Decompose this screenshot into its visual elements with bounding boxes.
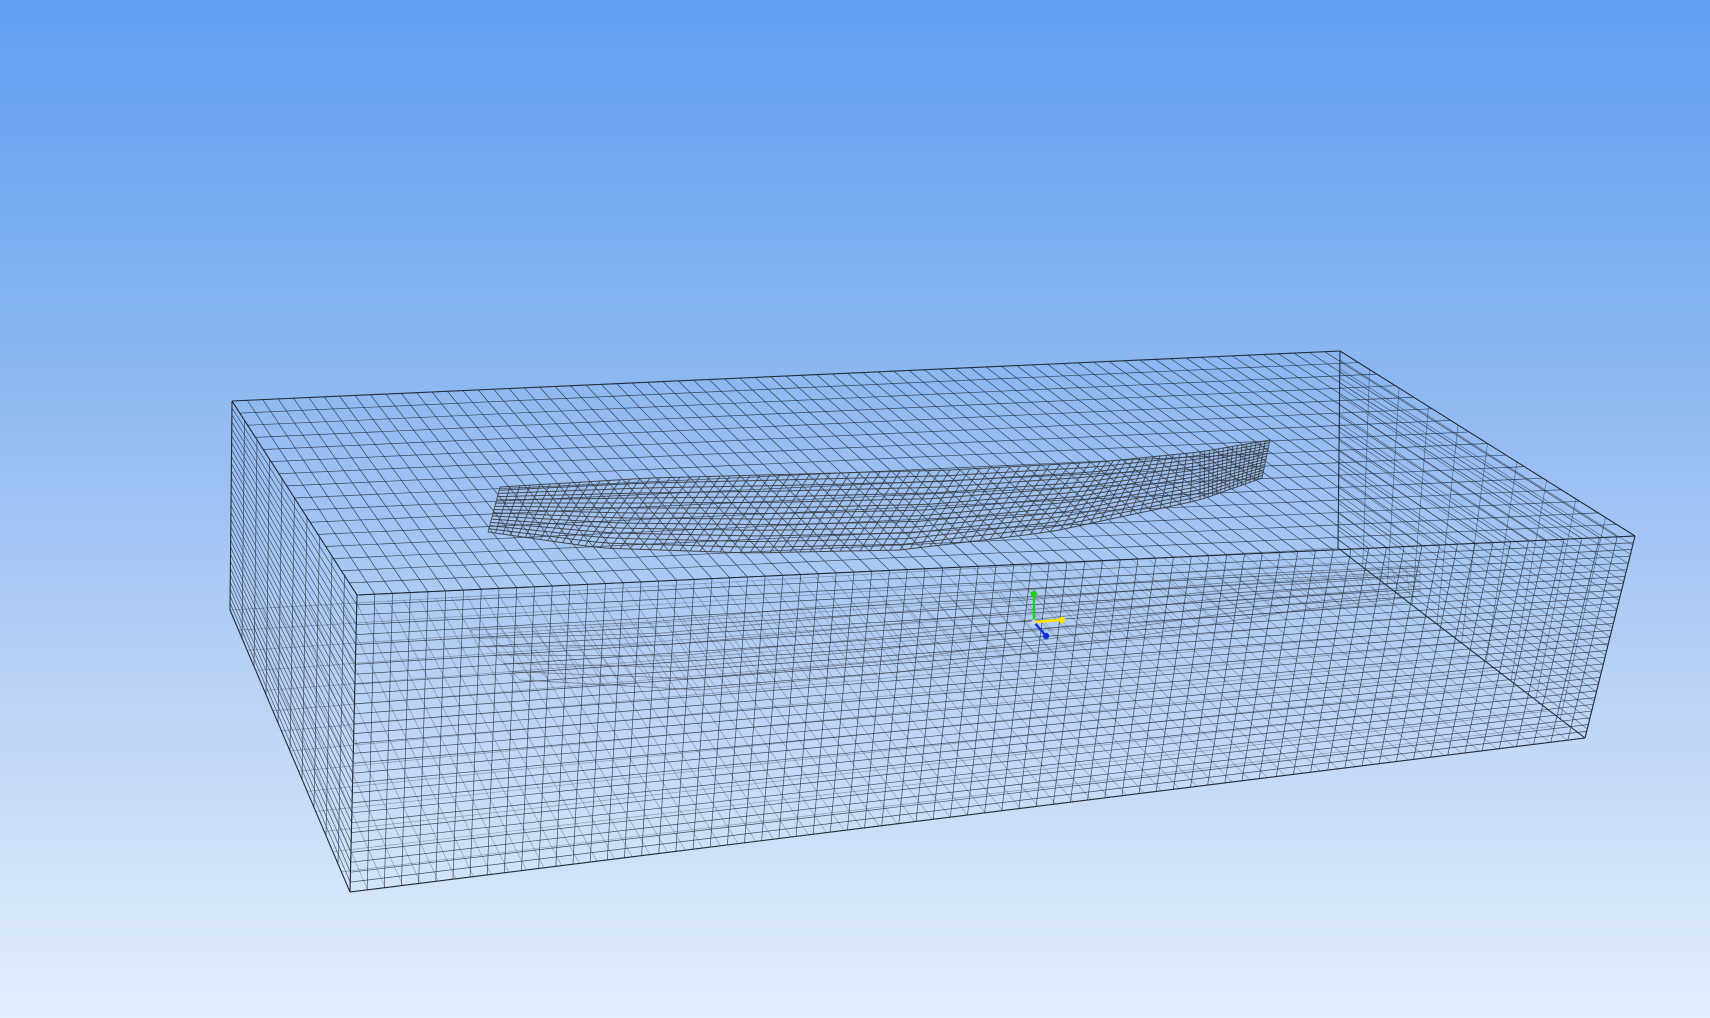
graphics-viewport[interactable] [0,0,1710,1018]
mesh-scene[interactable] [0,0,1710,1018]
triad-origin [1031,619,1037,625]
domain-mesh-box [229,350,1636,893]
y-axis-arrow [1030,590,1038,622]
